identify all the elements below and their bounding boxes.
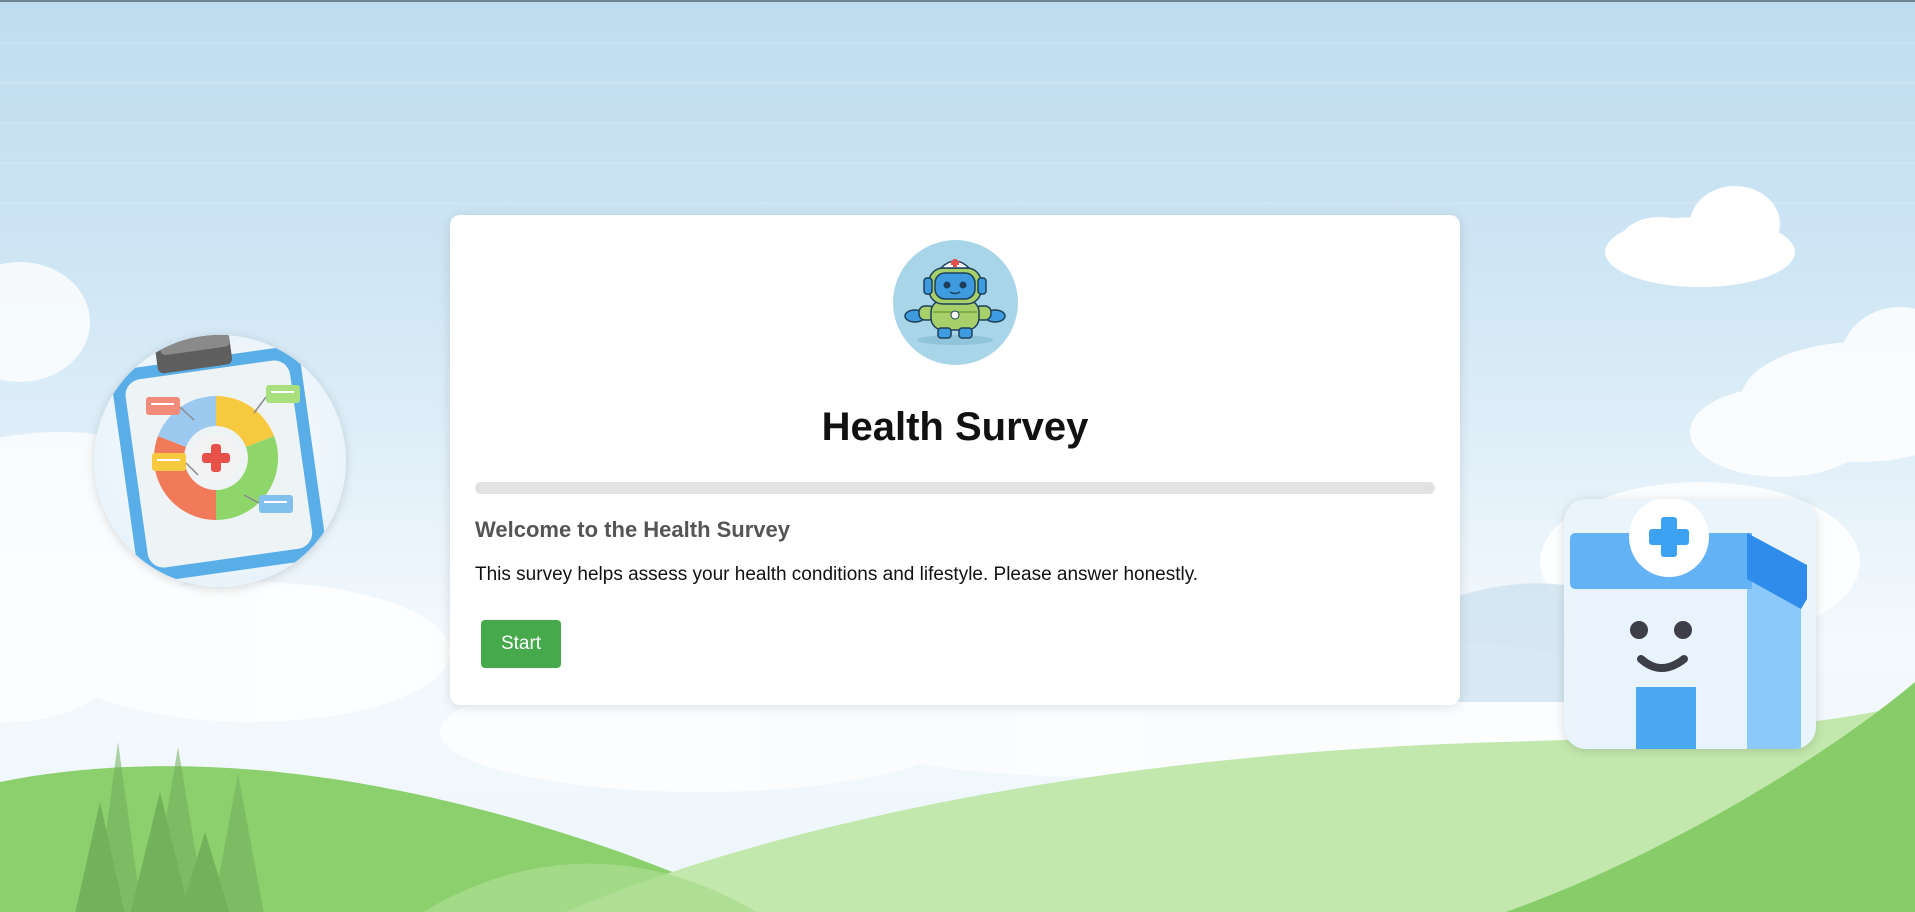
survey-page: Health Survey Welcome to the Health Surv…: [0, 0, 1915, 912]
medical-clipboard-icon: [94, 335, 346, 587]
survey-card: Health Survey Welcome to the Health Surv…: [450, 215, 1460, 705]
hospital-building-icon: [1564, 499, 1816, 749]
survey-description: This survey helps assess your health con…: [475, 564, 1199, 585]
robot-doctor-icon: [893, 240, 1018, 365]
sky-stripes: [0, 42, 1915, 204]
cloud-top-right: [1605, 186, 1795, 287]
welcome-heading: Welcome to the Health Survey: [475, 517, 791, 542]
progress-bar: [475, 482, 1435, 494]
start-button[interactable]: Start: [481, 620, 561, 668]
page-title: Health Survey: [821, 405, 1089, 449]
